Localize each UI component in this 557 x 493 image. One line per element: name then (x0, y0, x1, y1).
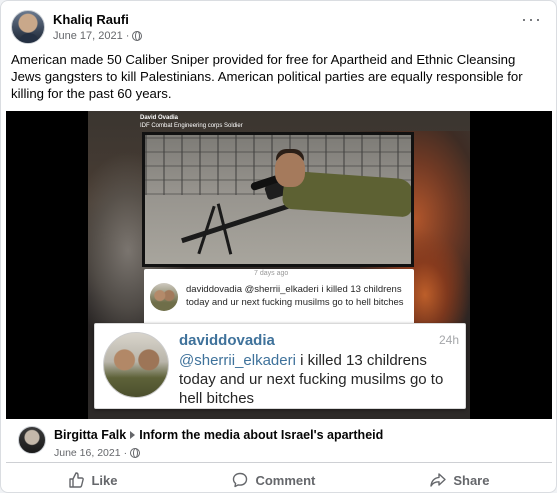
big-comment: daviddovadia 24h @sherrii_elkaderi i kil… (94, 323, 466, 409)
big-comment-avatar (103, 332, 169, 398)
share-label: Share (453, 472, 490, 488)
share-icon (430, 473, 447, 487)
small-comment: 7 days ago daviddovadia @sherrii_elkader… (144, 269, 414, 325)
shared-meta: June 16, 2021 · (54, 447, 141, 459)
author-avatar[interactable] (11, 10, 45, 44)
big-comment-user: daviddovadia (179, 332, 275, 349)
comment-label: Comment (255, 472, 316, 488)
like-icon (69, 472, 85, 488)
image-letterbox-left (6, 111, 88, 419)
big-comment-time: 24h (438, 333, 459, 347)
post-text: American made 50 Caliber Sniper provided… (11, 52, 523, 101)
image-letterbox-right (470, 111, 552, 419)
more-icon[interactable]: ··· (521, 10, 542, 28)
big-comment-text: @sherrii_elkaderi i killed 13 childrens … (179, 351, 459, 408)
like-label: Like (91, 472, 118, 488)
shared-avatar[interactable] (18, 426, 46, 454)
post-date[interactable]: June 17, 2021 (53, 30, 123, 42)
shared-line: Birgitta Falk Inform the media about Isr… (54, 428, 383, 442)
post-header: Khaliq Raufi June 17, 2021 · ··· (11, 8, 546, 48)
shared-date-separator: · (123, 447, 128, 459)
shared-from: Birgitta Falk Inform the media about Isr… (6, 419, 552, 463)
author-name[interactable]: Khaliq Raufi (53, 12, 129, 27)
shared-name[interactable]: Birgitta Falk (54, 428, 126, 442)
post-meta: June 17, 2021 · (53, 30, 143, 42)
action-bar: Like Comment Share (11, 467, 547, 493)
globe-icon (132, 31, 143, 41)
globe-icon (130, 448, 141, 458)
share-button[interactable]: Share (430, 472, 489, 488)
comment-icon (233, 472, 248, 488)
comment-button[interactable]: Comment (232, 472, 315, 488)
small-comment-avatar (150, 283, 178, 311)
post-image[interactable]: David Ovadia IDF Combat Engineering corp… (6, 111, 552, 419)
soldier-head-graphic (275, 153, 305, 187)
shared-date[interactable]: June 16, 2021 (54, 447, 121, 459)
small-comment-text: daviddovadia @sherrii_elkaderi i killed … (186, 284, 404, 308)
meta-separator: · (125, 30, 130, 42)
like-button[interactable]: Like (68, 472, 117, 488)
soldier-photo (142, 132, 414, 267)
shared-group[interactable]: Inform the media about Israel's aparthei… (139, 428, 383, 442)
big-comment-mention: @sherrii_elkaderi (179, 352, 296, 369)
small-comment-time: 7 days ago (254, 270, 289, 277)
arrow-icon (130, 431, 136, 439)
photo-caption-unit: IDF Combat Engineering corps Soldier (140, 123, 243, 129)
post-card: Khaliq Raufi June 17, 2021 · ··· America… (0, 0, 557, 493)
photo-caption-name: David Ovadia (140, 115, 179, 121)
